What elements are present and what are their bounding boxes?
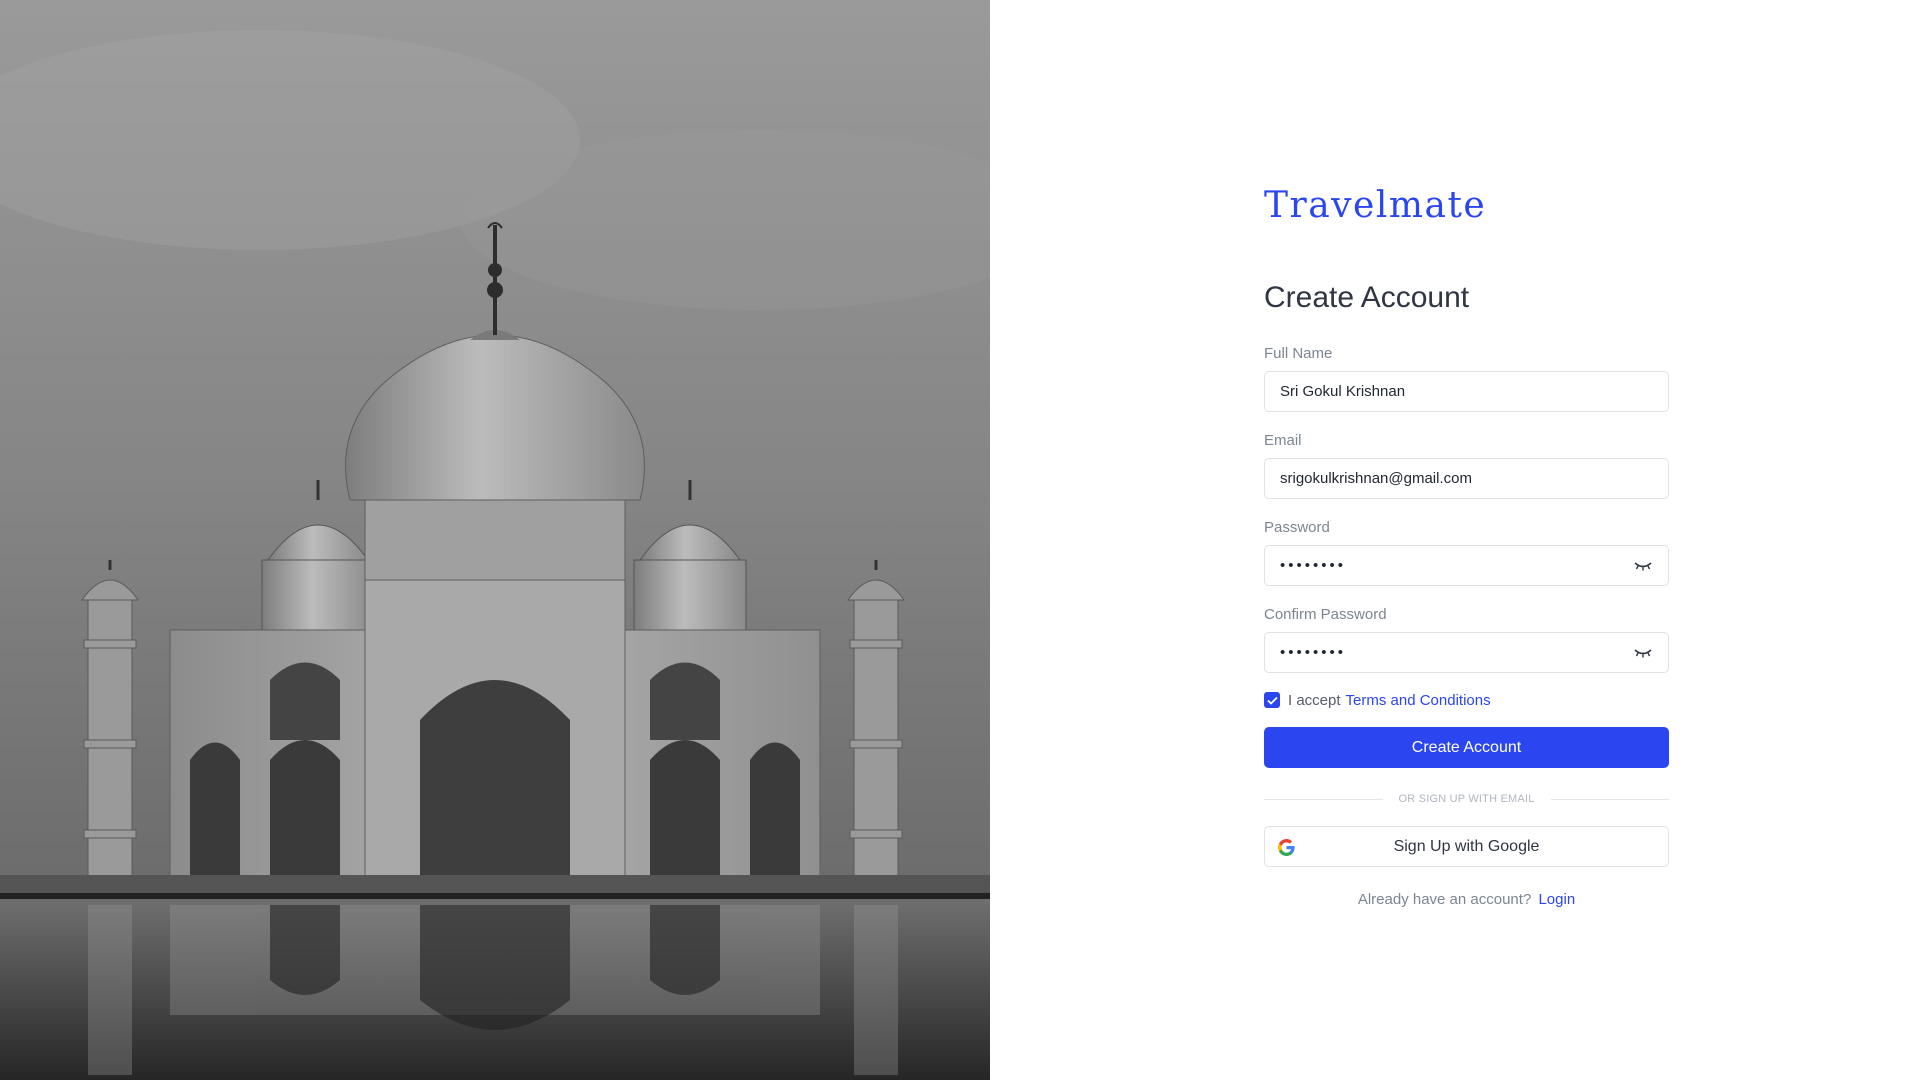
google-signup-button[interactable]: Sign Up with Google — [1264, 826, 1669, 867]
page-title: Create Account — [1264, 281, 1470, 314]
password-input[interactable]: •••••••• — [1264, 545, 1669, 586]
terms-link[interactable]: Terms and Conditions — [1346, 692, 1491, 709]
password-label: Password — [1264, 519, 1330, 536]
password-value: •••••••• — [1280, 557, 1347, 574]
email-value: srigokulkrishnan@gmail.com — [1280, 470, 1472, 487]
divider-line-right — [1550, 798, 1670, 800]
full-name-input[interactable]: Sri Gokul Krishnan — [1264, 371, 1669, 412]
google-signup-label: Sign Up with Google — [1393, 837, 1540, 855]
hero-image-taj-mahal — [0, 0, 990, 1080]
divider-text: OR SIGN UP WITH EMAIL — [1398, 793, 1535, 805]
check-icon — [1266, 696, 1278, 705]
eye-closed-icon[interactable] — [1633, 560, 1653, 572]
signup-form: Travelmate Create Account Full Name Sri … — [1264, 184, 1670, 908]
create-account-button[interactable]: Create Account — [1264, 727, 1669, 768]
login-prompt-text: Already have an account? — [1357, 891, 1532, 908]
google-icon — [1278, 839, 1295, 856]
confirm-password-value: •••••••• — [1280, 644, 1347, 661]
email-input[interactable]: srigokulkrishnan@gmail.com — [1264, 458, 1669, 499]
divider-line-left — [1264, 798, 1383, 800]
full-name-value: Sri Gokul Krishnan — [1280, 383, 1406, 400]
terms-checkbox[interactable] — [1264, 692, 1280, 708]
confirm-password-label: Confirm Password — [1264, 606, 1387, 623]
confirm-password-input[interactable]: •••••••• — [1264, 632, 1669, 673]
divider: OR SIGN UP WITH EMAIL — [1264, 792, 1670, 806]
terms-row: I accept Terms and Conditions — [1264, 691, 1669, 709]
login-prompt: Already have an account? Login — [1264, 891, 1669, 908]
login-link[interactable]: Login — [1538, 891, 1575, 908]
full-name-label: Full Name — [1264, 345, 1333, 362]
taj-mahal-illustration — [0, 0, 990, 1080]
signup-panel: Travelmate Create Account Full Name Sri … — [990, 0, 1920, 1080]
email-label: Email — [1264, 432, 1302, 449]
eye-closed-icon[interactable] — [1633, 647, 1653, 659]
brand-logo: Travelmate — [1264, 185, 1487, 226]
terms-prefix: I accept — [1288, 691, 1341, 709]
